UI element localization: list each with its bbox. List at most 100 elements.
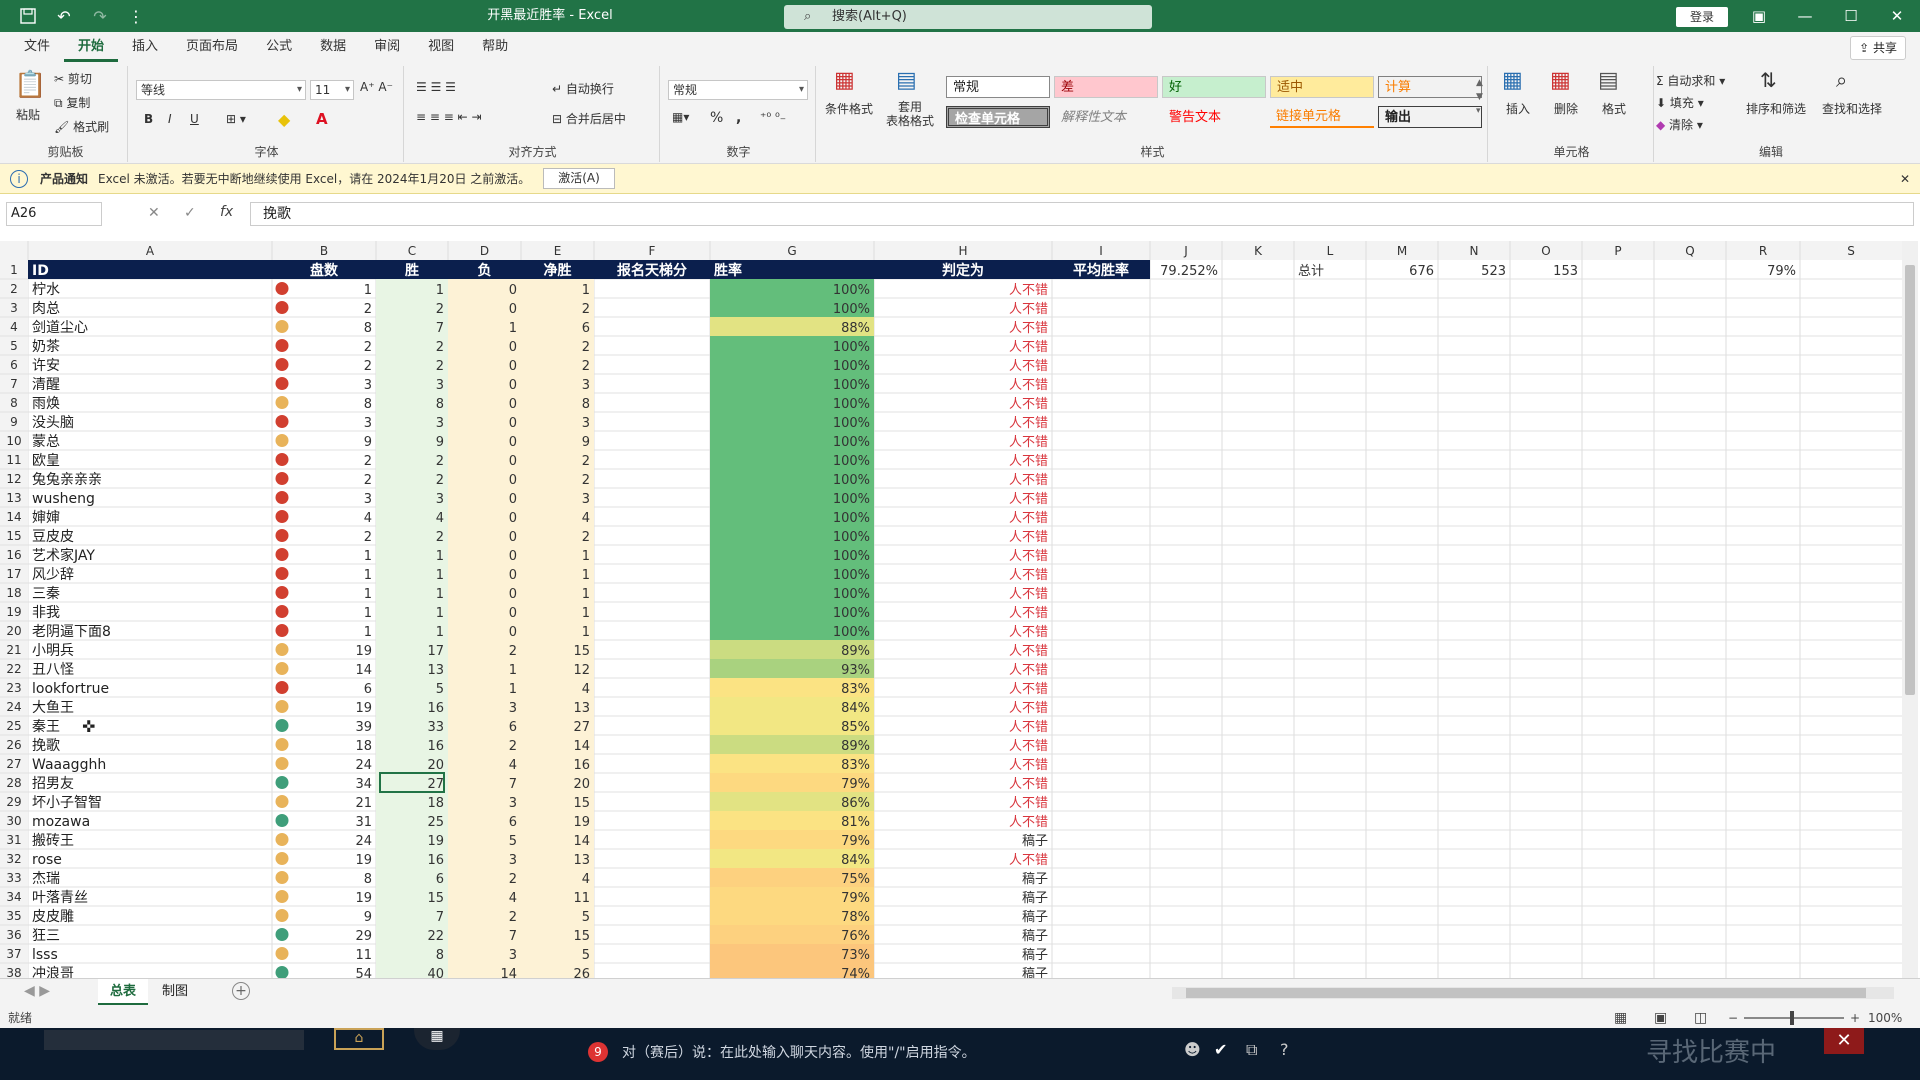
conditional-format-button[interactable]: 条件格式 bbox=[824, 100, 874, 117]
games-cell[interactable]: 1 bbox=[364, 549, 372, 564]
zoom-level[interactable]: 100% bbox=[1868, 1006, 1902, 1030]
wins-cell[interactable]: 15 bbox=[427, 891, 444, 906]
wins-cell[interactable]: 1 bbox=[436, 625, 444, 640]
wins-cell[interactable]: 2 bbox=[436, 454, 444, 469]
wins-cell[interactable]: 7 bbox=[436, 910, 444, 925]
wins-cell[interactable]: 3 bbox=[436, 416, 444, 431]
sheet-tab-summary[interactable]: 总表 bbox=[98, 979, 149, 1005]
verdict-cell[interactable]: 人不错 bbox=[1009, 530, 1048, 545]
verdict-cell[interactable]: 人不错 bbox=[1009, 359, 1048, 374]
header-cell[interactable]: 负 bbox=[478, 262, 492, 279]
formula-input[interactable]: 挽歌 bbox=[250, 202, 1914, 226]
win-rate-cell[interactable]: 89% bbox=[841, 644, 870, 659]
wins-cell[interactable]: 16 bbox=[427, 739, 444, 754]
verdict-cell[interactable]: 人不错 bbox=[1009, 663, 1048, 678]
column-header[interactable]: I bbox=[1099, 244, 1103, 258]
worksheet-grid[interactable]: A B C D E F G H I J K L M N O P Q R S 1 ID 盘数 胜 负 净胜 报名天梯分 胜率 判定为 平均… bbox=[0, 241, 1910, 978]
net-wins-cell[interactable]: 14 bbox=[573, 834, 590, 849]
wins-cell[interactable]: 16 bbox=[427, 701, 444, 716]
table-format-icon[interactable]: ▤ bbox=[896, 68, 917, 93]
losses-cell[interactable]: 0 bbox=[509, 625, 517, 640]
horizontal-scrollbar[interactable] bbox=[1172, 987, 1894, 999]
verdict-cell[interactable]: 人不错 bbox=[1009, 758, 1048, 773]
header-cell[interactable]: 净胜 bbox=[544, 262, 572, 279]
wrap-text-button[interactable]: ↵ 自动换行 bbox=[552, 80, 614, 97]
row-header[interactable]: 9 bbox=[10, 415, 18, 429]
losses-cell[interactable]: 0 bbox=[509, 435, 517, 450]
losses-cell[interactable]: 0 bbox=[509, 492, 517, 507]
player-id-cell[interactable]: 蒙总 bbox=[32, 434, 60, 450]
net-wins-cell[interactable]: 6 bbox=[582, 321, 590, 336]
wins-cell[interactable]: 9 bbox=[436, 435, 444, 450]
wins-cell[interactable]: 7 bbox=[436, 321, 444, 336]
losses-cell[interactable]: 3 bbox=[509, 701, 517, 716]
win-rate-cell[interactable]: 79% bbox=[841, 891, 870, 906]
comma-button[interactable]: , bbox=[736, 110, 741, 126]
win-rate-cell[interactable]: 88% bbox=[841, 321, 870, 336]
player-id-cell[interactable]: lookfortrue bbox=[32, 681, 109, 697]
verdict-cell[interactable]: 人不错 bbox=[1009, 302, 1048, 317]
row-header[interactable]: 6 bbox=[10, 358, 18, 372]
column-header[interactable]: A bbox=[146, 244, 155, 258]
win-rate-cell[interactable]: 100% bbox=[833, 302, 870, 317]
player-id-cell[interactable]: 杰瑞 bbox=[32, 871, 60, 887]
chat-input[interactable]: 对（赛后）说：在此处输入聊天内容。使用"/"启用指令。 bbox=[622, 1042, 976, 1062]
wins-cell[interactable]: 3 bbox=[436, 378, 444, 393]
header-cell[interactable]: 胜 bbox=[405, 263, 419, 279]
check-icon[interactable]: ✔ bbox=[1214, 1040, 1227, 1059]
win-rate-cell[interactable]: 100% bbox=[833, 473, 870, 488]
net-wins-cell[interactable]: 5 bbox=[582, 910, 590, 925]
copy-button[interactable]: ⧉ 复制 bbox=[54, 94, 90, 111]
minimize-button[interactable]: — bbox=[1782, 0, 1828, 32]
game-menu-icon[interactable]: ▦ bbox=[414, 1028, 460, 1050]
row-header[interactable]: 30 bbox=[6, 814, 21, 828]
total-label-cell[interactable]: 总计 bbox=[1298, 264, 1324, 279]
win-rate-cell[interactable]: 100% bbox=[833, 625, 870, 640]
net-wins-cell[interactable]: 1 bbox=[582, 625, 590, 640]
losses-cell[interactable]: 0 bbox=[509, 416, 517, 431]
font-size-select[interactable]: 11 bbox=[310, 80, 354, 100]
games-cell[interactable]: 31 bbox=[355, 815, 372, 830]
verdict-cell[interactable]: 人不错 bbox=[1009, 739, 1048, 754]
verdict-cell[interactable]: 人不错 bbox=[1009, 283, 1048, 298]
win-rate-cell[interactable]: 81% bbox=[841, 815, 870, 830]
player-id-cell[interactable]: Waaagghh bbox=[32, 757, 106, 773]
wins-cell[interactable]: 4 bbox=[436, 511, 444, 526]
cancel-match-button[interactable]: ✕ bbox=[1824, 1028, 1864, 1054]
format-painter-button[interactable]: 🖌 格式刷 bbox=[54, 118, 109, 135]
wins-cell[interactable]: 19 bbox=[427, 834, 444, 849]
table-format-button[interactable]: 套用 表格格式 bbox=[880, 100, 940, 128]
wins-cell[interactable]: 2 bbox=[436, 359, 444, 374]
games-cell[interactable]: 39 bbox=[355, 720, 372, 735]
paste-icon[interactable]: 📋 bbox=[14, 70, 46, 100]
conditional-format-icon[interactable]: ▦ bbox=[834, 68, 855, 93]
number-format-select[interactable]: 常规 bbox=[668, 80, 808, 100]
losses-cell[interactable]: 2 bbox=[509, 739, 517, 754]
net-wins-cell[interactable]: 15 bbox=[573, 644, 590, 659]
row-header[interactable]: 26 bbox=[6, 738, 21, 752]
win-rate-cell[interactable]: 100% bbox=[833, 397, 870, 412]
add-sheet-icon[interactable]: + bbox=[232, 982, 250, 1000]
net-wins-cell[interactable]: 27 bbox=[573, 720, 590, 735]
player-id-cell[interactable]: 老阴逼下面8 bbox=[32, 624, 111, 640]
customize-qat-icon[interactable]: ⋮ bbox=[118, 0, 154, 32]
losses-cell[interactable]: 0 bbox=[509, 302, 517, 317]
ribbon-display-icon[interactable]: ▣ bbox=[1736, 0, 1782, 32]
column-header[interactable]: J bbox=[1183, 244, 1188, 258]
column-header[interactable]: O bbox=[1541, 244, 1550, 258]
win-rate-cell[interactable]: 85% bbox=[841, 720, 870, 735]
column-header[interactable]: G bbox=[787, 244, 796, 258]
close-button[interactable]: ✕ bbox=[1874, 0, 1920, 32]
row-header[interactable]: 32 bbox=[6, 852, 21, 866]
net-wins-cell[interactable]: 4 bbox=[582, 872, 590, 887]
verdict-cell[interactable]: 稿子 bbox=[1022, 833, 1048, 849]
games-cell[interactable]: 54 bbox=[355, 967, 372, 978]
notice-close-button[interactable]: ✕ bbox=[1900, 164, 1910, 194]
player-id-cell[interactable]: 秦王 bbox=[32, 719, 60, 735]
column-header[interactable]: P bbox=[1614, 244, 1621, 258]
net-wins-cell[interactable]: 16 bbox=[573, 758, 590, 773]
verdict-cell[interactable]: 人不错 bbox=[1009, 435, 1048, 450]
games-cell[interactable]: 14 bbox=[355, 663, 372, 678]
win-rate-cell[interactable]: 84% bbox=[841, 701, 870, 716]
wins-cell[interactable]: 40 bbox=[427, 967, 444, 978]
